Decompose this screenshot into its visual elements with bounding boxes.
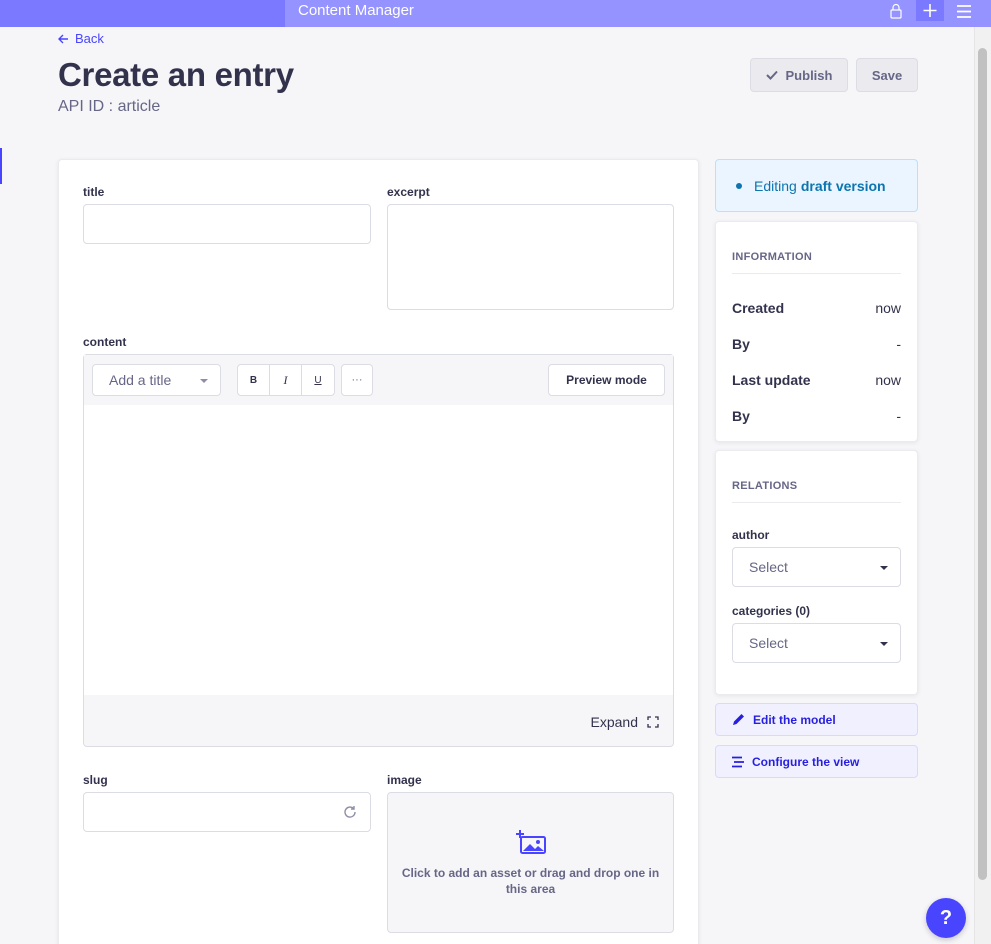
title-label: title (83, 185, 105, 199)
api-id: API ID : article (58, 98, 161, 115)
scrollbar-thumb[interactable] (978, 48, 987, 880)
heading-select[interactable]: Add a title (92, 364, 221, 396)
info-key: Last update (732, 372, 811, 388)
draft-status-prefix: Editing (754, 177, 797, 194)
relations-title: RELATIONS (732, 480, 798, 492)
configure-view-button[interactable]: Configure the view (715, 745, 918, 778)
back-link[interactable]: Back (58, 31, 104, 46)
save-button[interactable]: Save (856, 58, 918, 92)
excerpt-label: excerpt (387, 185, 430, 199)
info-value: now (875, 372, 901, 388)
save-label: Save (871, 67, 903, 83)
italic-button[interactable]: I (270, 365, 302, 395)
author-select-value: Select (749, 559, 788, 575)
content-label: content (83, 335, 127, 349)
info-key: By (732, 408, 750, 424)
image-dropzone[interactable]: Click to add an asset or drag and drop o… (387, 792, 674, 933)
heading-select-value: Add a title (109, 372, 172, 388)
slug-label: slug (83, 773, 108, 787)
editor-textarea[interactable] (84, 405, 673, 695)
top-bar-title: Content Manager (298, 2, 414, 19)
check-icon (765, 70, 778, 80)
back-label: Back (75, 31, 104, 46)
excerpt-textarea[interactable] (387, 204, 674, 310)
expand-icon (647, 716, 659, 728)
plus-icon[interactable] (916, 0, 944, 21)
info-value: - (896, 408, 901, 424)
categories-select[interactable]: Select (732, 623, 901, 663)
information-divider (732, 273, 901, 274)
title-input[interactable] (83, 204, 371, 244)
info-row-created-by: By - (732, 336, 901, 352)
info-key: By (732, 336, 750, 352)
top-bar: Content Manager (0, 0, 991, 27)
categories-select-value: Select (749, 635, 788, 651)
active-nav-marker (0, 148, 2, 184)
caret-down-icon (880, 642, 888, 646)
refresh-icon[interactable] (343, 805, 357, 819)
more-options-button[interactable]: ··· (341, 364, 373, 396)
categories-label: categories (0) (732, 604, 811, 618)
draft-status-value: draft version (800, 177, 886, 194)
publish-label: Publish (785, 67, 833, 83)
dropzone-hint: Click to add an asset or drag and drop o… (401, 866, 660, 896)
slug-input[interactable] (83, 792, 371, 832)
info-value: - (896, 336, 901, 352)
info-value: now (875, 300, 901, 316)
info-key: Created (732, 300, 785, 316)
caret-down-icon (200, 379, 208, 383)
info-row-created: Created now (732, 300, 901, 316)
info-row-updated-by: By - (732, 408, 901, 424)
arrow-left-icon (58, 34, 68, 43)
expand-label: Expand (590, 714, 638, 730)
information-panel: INFORMATION Created now By - Last update… (715, 221, 918, 442)
preview-mode-button[interactable]: Preview mode (548, 364, 665, 396)
information-title: INFORMATION (732, 251, 813, 263)
content-editor: Add a title B I U ··· Preview mode Expan… (83, 354, 674, 747)
edit-model-label: Edit the model (753, 712, 836, 727)
relations-divider (732, 502, 901, 503)
expand-button[interactable]: Expand (591, 714, 659, 730)
bold-button[interactable]: B (238, 365, 270, 395)
format-button-group: B I U (237, 364, 335, 396)
hamburger-menu-icon[interactable] (952, 2, 976, 22)
edit-model-button[interactable]: Edit the model (715, 703, 918, 736)
image-label: image (387, 773, 422, 787)
pencil-icon (733, 714, 744, 725)
author-label: author (732, 528, 770, 542)
list-settings-icon (732, 756, 744, 767)
status-dot-icon (736, 182, 742, 189)
lock-icon[interactable] (889, 2, 903, 22)
help-button[interactable]: ? (926, 898, 966, 938)
draft-status-banner: Editing draft version (715, 159, 918, 212)
page-title: Create an entry (58, 56, 294, 93)
caret-down-icon (880, 566, 888, 570)
publish-button[interactable]: Publish (750, 58, 848, 92)
relations-panel: RELATIONS author Select categories (0) S… (715, 450, 918, 695)
info-row-last-update: Last update now (732, 372, 901, 388)
configure-view-label: Configure the view (752, 754, 860, 769)
author-select[interactable]: Select (732, 547, 901, 587)
add-image-icon (516, 830, 546, 854)
underline-button[interactable]: U (302, 365, 334, 395)
